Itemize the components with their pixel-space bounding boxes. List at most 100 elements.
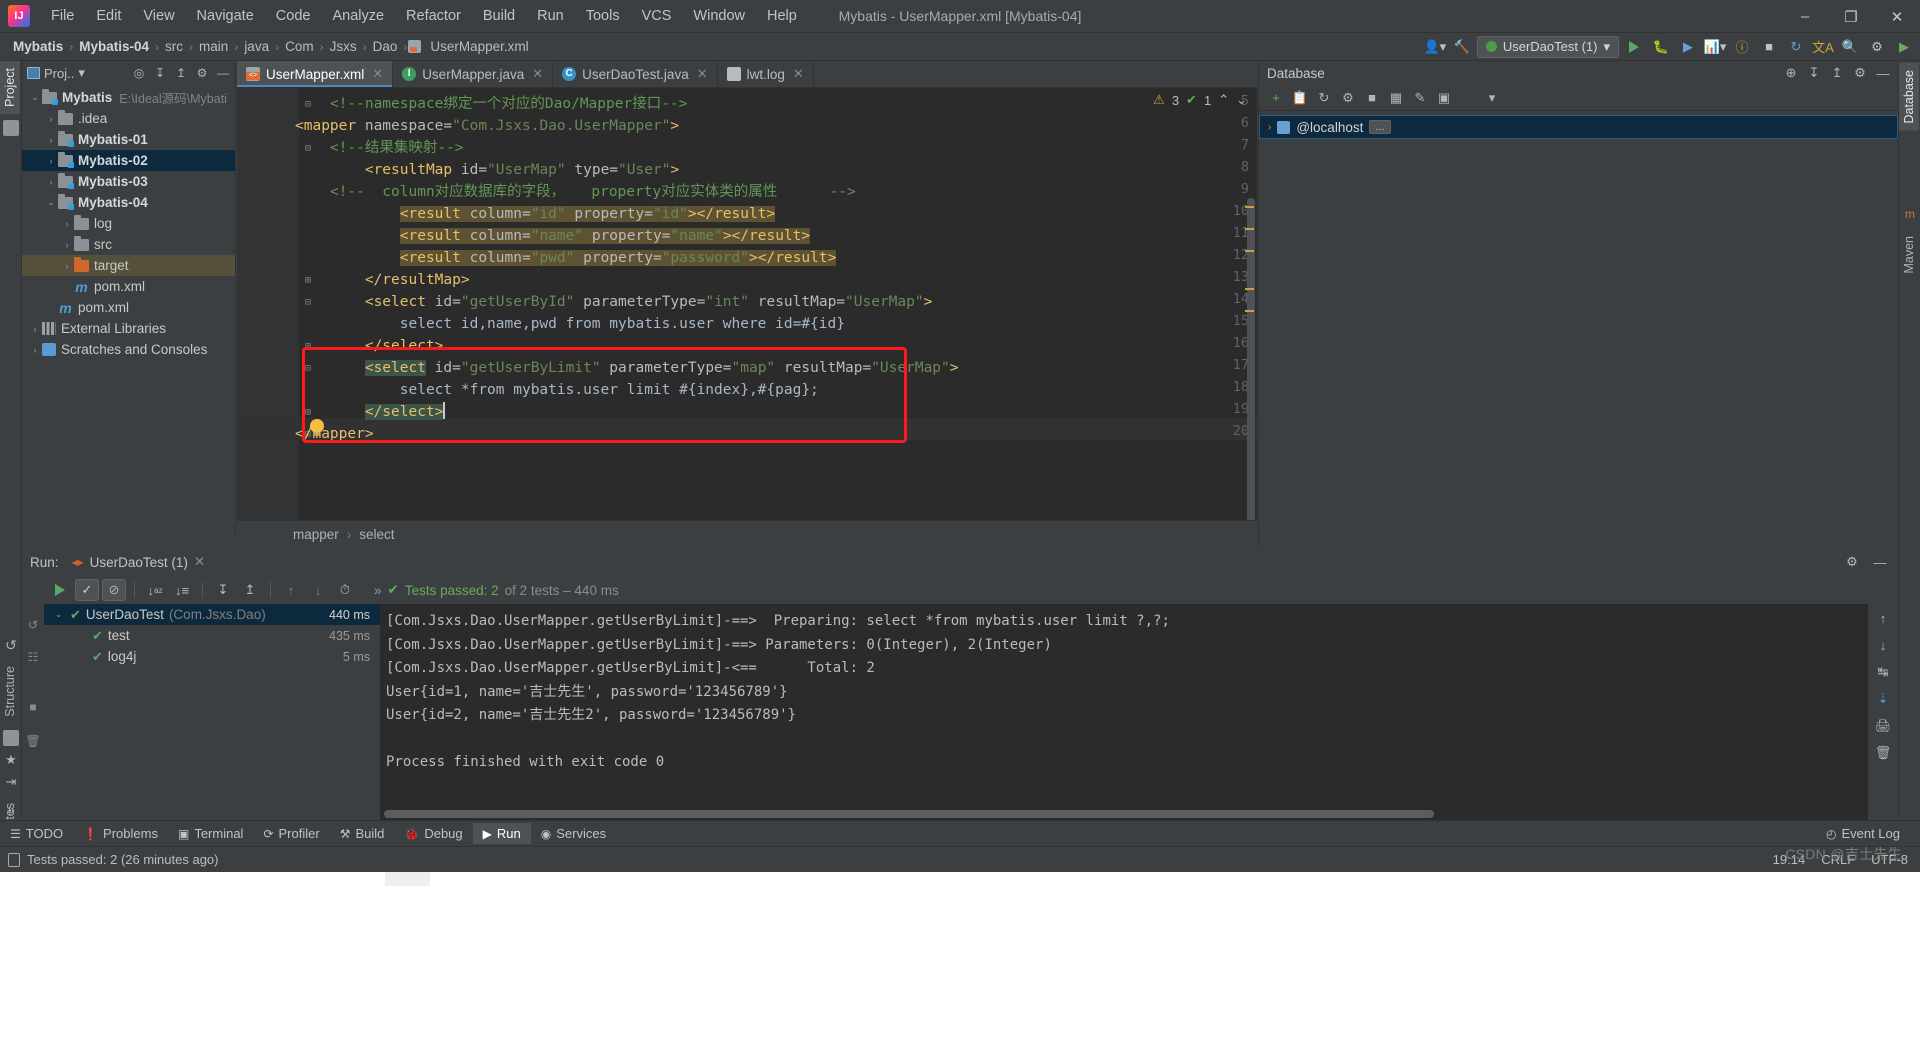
bottom-bar-services[interactable]: ◉ Services [531, 823, 616, 844]
project-tree-row[interactable]: › target [22, 255, 235, 276]
ide-notification-icon[interactable]: ▶ [1892, 36, 1916, 58]
filter-icon[interactable]: ▾ [1481, 88, 1503, 108]
add-icon[interactable]: ⊕ [1780, 63, 1802, 83]
updates-icon[interactable]: ↻ [1784, 36, 1808, 58]
settings-icon[interactable]: ⚙ [192, 63, 212, 83]
chevron-right-icon[interactable]: › [60, 219, 74, 229]
hide-icon[interactable]: — [213, 63, 233, 83]
project-tree-row[interactable]: › Mybatis-03 [22, 171, 235, 192]
sort-by-duration-icon[interactable]: ↓≡ [170, 579, 194, 601]
breadcrumb-item-project[interactable]: Mybatis [8, 37, 68, 56]
chevron-right-icon[interactable]: › [60, 282, 74, 292]
database-more-button[interactable]: ... [1369, 120, 1391, 134]
search-icon[interactable]: 🔍 [1838, 36, 1862, 58]
soft-wrap-icon[interactable]: ↹ [1873, 662, 1893, 682]
collapse-all-icon[interactable]: ↥ [238, 579, 262, 601]
hide-icon[interactable]: — [1872, 63, 1894, 83]
project-tree-row[interactable]: ›m pom.xml [22, 276, 235, 297]
sync-icon[interactable]: ↻ [1313, 88, 1335, 108]
hide-ignored-icon[interactable]: ⊘ [102, 579, 126, 601]
tool-tab-structure[interactable]: Structure [0, 659, 20, 724]
project-tree-row[interactable]: ›m pom.xml [22, 297, 235, 318]
menu-tools[interactable]: Tools [575, 4, 631, 28]
chevron-down-icon[interactable]: ⌄ [44, 197, 58, 208]
collapse-all-icon[interactable]: ↥ [1826, 63, 1848, 83]
profile-icon[interactable]: 📊▾ [1703, 36, 1727, 58]
collapse-all-icon[interactable]: ↥ [171, 63, 191, 83]
editor-vertical-scrollbar[interactable] [1247, 198, 1255, 528]
hammer-icon[interactable]: 🔨 [1450, 36, 1474, 58]
chevron-right-icon[interactable]: › [44, 177, 58, 187]
scroll-down-icon[interactable]: ↓ [1873, 635, 1893, 655]
error-stripe-mark[interactable] [1245, 206, 1254, 208]
editor-tab[interactable]: I UserMapper.java ✕ [393, 61, 554, 87]
close-icon[interactable]: ✕ [532, 66, 543, 82]
breadcrumb-item-main[interactable]: main [194, 37, 233, 56]
tool-tab-project[interactable]: Project [0, 61, 20, 114]
view-data-icon[interactable]: ▣ [1433, 88, 1455, 108]
code-line[interactable]: <!-- column对应数据库的字段， property对应实体类的属性 --… [295, 181, 856, 203]
chevron-right-icon[interactable]: › [28, 324, 42, 334]
chevrons-icon[interactable]: » [374, 583, 382, 598]
project-tree-row[interactable]: › Mybatis-02 [22, 150, 235, 171]
breadcrumb-item-java[interactable]: java [239, 37, 274, 56]
editor-tab[interactable]: C UserDaoTest.java ✕ [553, 61, 718, 87]
code-line[interactable]: <!--namespace绑定一个对应的Dao/Mapper接口--> [295, 93, 687, 115]
project-tree-row[interactable]: › External Libraries [22, 318, 235, 339]
test-history-icon[interactable]: ⏱ [333, 579, 357, 601]
project-panel-title[interactable]: Proj.. ▾ [44, 65, 85, 81]
bottom-bar-problems[interactable]: ❗ Problems [73, 823, 168, 844]
code-line[interactable]: <!--结果集映射--> [295, 137, 464, 159]
breadcrumb-item-module[interactable]: Mybatis-04 [74, 37, 154, 56]
close-icon[interactable]: ✕ [194, 554, 205, 570]
code-line[interactable]: </resultMap> [295, 269, 470, 291]
code-editor[interactable]: 5 6 7 8 9 10 11 12 13 14 15 16 17 18 19 20 ⊟ ⊟ ⊞ ⊟ ⊞ ⊟ … [237, 88, 1257, 548]
menu-vcs[interactable]: VCS [631, 4, 683, 28]
project-tree-row[interactable]: › Scratches and Consoles [22, 339, 235, 360]
bottom-bar-todo[interactable]: ☰ TODO [0, 823, 73, 844]
project-tree-row[interactable]: › .idea [22, 108, 235, 129]
bottom-bar-debug[interactable]: 🐞 Debug [394, 823, 472, 844]
menu-run[interactable]: Run [526, 4, 575, 28]
chevron-right-icon[interactable]: › [44, 114, 58, 124]
locate-icon[interactable]: ◎ [129, 63, 149, 83]
close-icon[interactable]: ✕ [793, 66, 804, 82]
run-tab-userdaotest[interactable]: ◂▸ UserDaoTest (1) ✕ [68, 552, 210, 572]
project-tree-row[interactable]: ⌄ Mybatis E:\Ideal源码\Mybati [22, 87, 235, 108]
editor-breadcrumb-mapper[interactable]: mapper [293, 527, 339, 542]
breadcrumb-item-com[interactable]: Com [280, 37, 319, 56]
code-line[interactable]: </mapper> [295, 423, 374, 445]
prev-test-icon[interactable]: ↑ [279, 579, 303, 601]
run-icon[interactable] [1622, 36, 1646, 58]
expand-all-icon[interactable]: ↧ [1803, 63, 1825, 83]
menu-edit[interactable]: Edit [85, 4, 132, 28]
event-log-button[interactable]: ◴ Event Log [1816, 823, 1910, 844]
chevron-right-icon[interactable]: › [1268, 122, 1271, 133]
code-line[interactable]: select *from mybatis.user limit #{index}… [295, 379, 819, 401]
show-passed-icon[interactable]: ✓ [75, 579, 99, 601]
build-status-icon[interactable]: ⓘ [1730, 36, 1754, 58]
settings-icon[interactable]: ⚙ [1840, 551, 1864, 573]
tool-tab-database[interactable]: Database [1899, 63, 1919, 131]
scroll-to-end-icon[interactable]: ⇣ [1873, 689, 1893, 709]
project-tree-row[interactable]: ⌄ Mybatis-04 [22, 192, 235, 213]
menu-view[interactable]: View [132, 4, 185, 28]
folder-icon[interactable] [3, 119, 19, 136]
trash-icon[interactable]: 🗑 [22, 714, 44, 748]
bottom-bar-profiler[interactable]: ⟳ Profiler [253, 823, 329, 844]
breadcrumb-item-file[interactable]: UserMapper.xml [425, 37, 533, 56]
code-line[interactable]: <select id="getUserById" parameterType="… [295, 291, 933, 313]
scroll-up-icon[interactable]: ↑ [1873, 608, 1893, 628]
stop-icon[interactable]: ■ [1757, 36, 1781, 58]
chevron-right-icon[interactable]: › [60, 261, 74, 271]
code-line[interactable]: </select> [295, 401, 445, 423]
close-icon[interactable]: ✕ [697, 66, 708, 82]
stop-icon[interactable]: ■ [22, 664, 44, 714]
table-icon[interactable]: ▦ [1385, 88, 1407, 108]
menu-refactor[interactable]: Refactor [395, 4, 472, 28]
project-tree-row[interactable]: › src [22, 234, 235, 255]
run-configuration-selector[interactable]: UserDaoTest (1) ▾ [1476, 35, 1619, 58]
debug-icon[interactable]: 🐛 [1649, 36, 1673, 58]
test-tree-row[interactable]: ✔ log4j 5 ms [44, 646, 380, 667]
close-button[interactable]: ✕ [1874, 0, 1920, 33]
